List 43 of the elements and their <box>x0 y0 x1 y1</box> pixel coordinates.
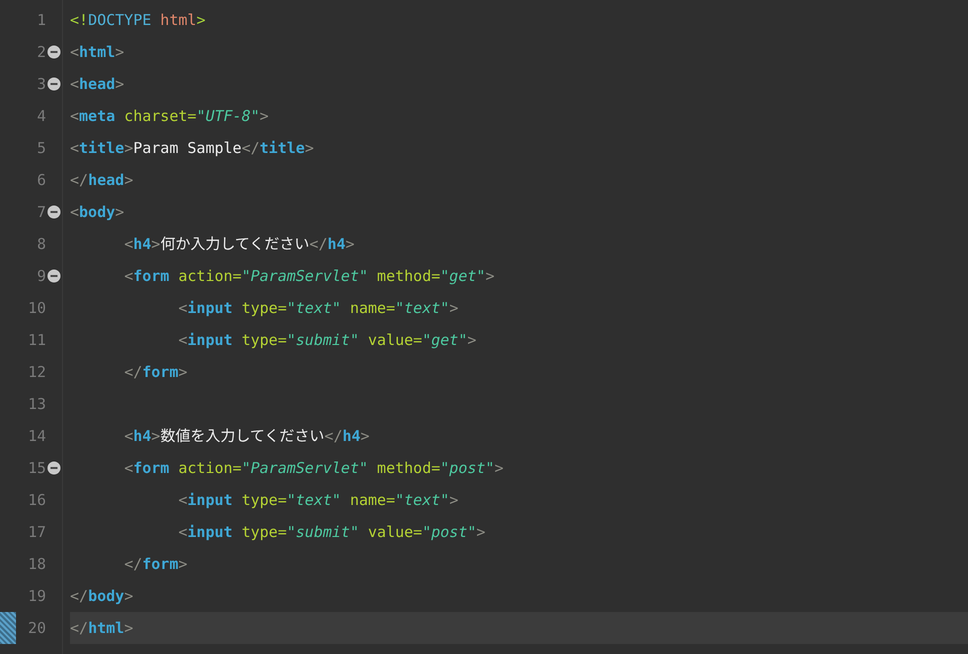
line-number: 7 <box>36 203 46 221</box>
line-number: 20 <box>26 619 46 637</box>
code-line: <body> <box>70 202 126 223</box>
collapse-icon[interactable] <box>47 461 61 475</box>
line-number: 3 <box>36 75 46 93</box>
line-number: 12 <box>26 363 46 381</box>
line-number: 11 <box>26 331 46 349</box>
code-line: <form action="ParamServlet" method="get"> <box>123 266 496 287</box>
code-line: <h4>数値を入力してください</h4> <box>123 426 371 447</box>
line-number: 1 <box>36 11 46 29</box>
line-number: 5 <box>36 139 46 157</box>
line-number: 4 <box>36 107 46 125</box>
code-line: <h4>何か入力してください</h4> <box>123 234 356 255</box>
code-line: <meta charset="UTF-8"> <box>70 106 270 127</box>
collapse-icon[interactable] <box>47 45 61 59</box>
code-line: </form> <box>123 554 188 575</box>
collapse-icon[interactable] <box>47 269 61 283</box>
line-number: 13 <box>26 395 46 413</box>
code-line: <input type="submit" value="get"> <box>177 330 478 351</box>
code-line: <input type="text" name="text"> <box>177 490 460 511</box>
line-number: 19 <box>26 587 46 605</box>
line-number: 6 <box>36 171 46 189</box>
code-line: <title>Param Sample</title> <box>70 138 315 159</box>
collapse-icon[interactable] <box>47 77 61 91</box>
code-line: <html> <box>70 42 126 63</box>
line-number: 15 <box>26 459 46 477</box>
line-number: 17 <box>26 523 46 541</box>
code-line: </head> <box>70 170 134 191</box>
line-number: 8 <box>36 235 46 253</box>
code-line: </body> <box>70 586 134 607</box>
code-line: <form action="ParamServlet" method="post"> <box>123 458 504 479</box>
line-number: 2 <box>36 43 46 61</box>
line-number: 9 <box>36 267 46 285</box>
line-number: 10 <box>26 299 46 317</box>
code-line: <input type="submit" value="post"> <box>177 522 486 543</box>
collapse-icon[interactable] <box>47 205 61 219</box>
line-number: 18 <box>26 555 46 573</box>
code-line: <!DOCTYPE html> <box>70 10 206 31</box>
code-line: </form> <box>123 362 188 383</box>
code-line: <input type="text" name="text"> <box>177 298 460 319</box>
code-line: <head> <box>70 74 126 95</box>
line-number: 14 <box>26 427 46 445</box>
line-number: 16 <box>26 491 46 509</box>
